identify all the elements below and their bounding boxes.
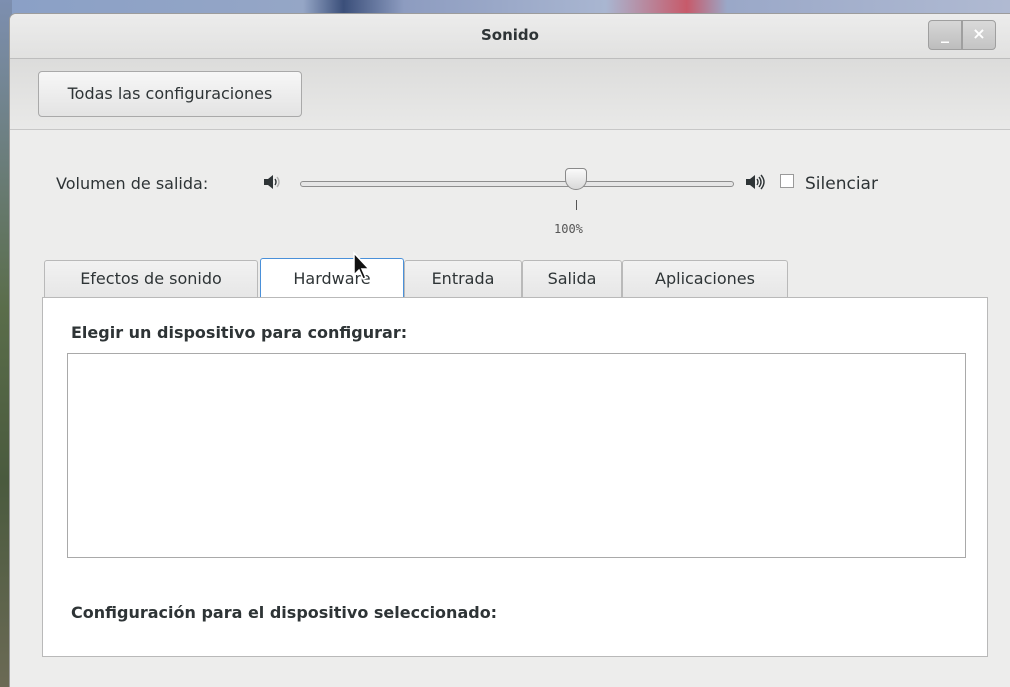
title-bar[interactable]: Sonido _ × xyxy=(10,14,1010,59)
all-settings-button[interactable]: Todas las configuraciones xyxy=(38,71,302,117)
sound-tabs: Efectos de sonido Entrada Salida Aplicac… xyxy=(44,258,944,300)
volume-slider-mark-label: 100% xyxy=(554,222,583,236)
speaker-high-icon xyxy=(744,174,766,194)
minimize-button[interactable]: _ xyxy=(928,20,962,50)
tab-applications[interactable]: Aplicaciones xyxy=(622,260,788,298)
output-volume-label: Volumen de salida: xyxy=(56,174,209,193)
volume-slider-thumb[interactable] xyxy=(565,168,587,190)
tab-hardware[interactable]: Hardware xyxy=(260,258,404,300)
volume-slider-track[interactable] xyxy=(300,181,734,187)
speaker-low-icon xyxy=(262,174,282,194)
output-volume-row: Volumen de salida: 100% Silenciar xyxy=(10,164,1010,244)
mute-label[interactable]: Silenciar xyxy=(805,174,878,194)
tab-output[interactable]: Salida xyxy=(522,260,622,298)
volume-slider-tick xyxy=(576,200,577,210)
window-title: Sonido xyxy=(481,26,539,44)
sound-settings-window: Sonido _ × Todas las configuraciones Vol… xyxy=(10,14,1010,687)
tab-input[interactable]: Entrada xyxy=(404,260,522,298)
selected-device-config-heading: Configuración para el dispositivo selecc… xyxy=(71,603,498,622)
tab-sound-effects[interactable]: Efectos de sonido xyxy=(44,260,258,298)
close-button[interactable]: × xyxy=(962,20,996,50)
mouse-pointer-icon xyxy=(353,251,371,280)
mute-checkbox[interactable] xyxy=(780,174,794,188)
choose-device-heading: Elegir un dispositivo para configurar: xyxy=(71,323,408,342)
device-list[interactable] xyxy=(67,353,966,558)
hardware-tab-panel: Elegir un dispositivo para configurar: C… xyxy=(42,297,988,657)
toolbar: Todas las configuraciones xyxy=(10,59,1010,130)
